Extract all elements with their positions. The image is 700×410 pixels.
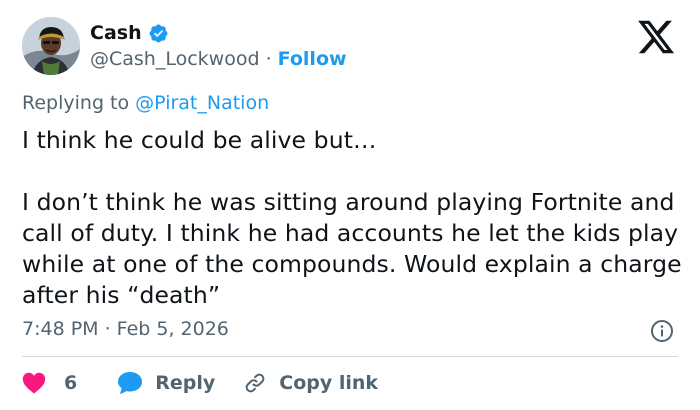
link-icon — [245, 373, 265, 393]
tweet-card: Cash @Cash_Lockwood · Follow Replying to… — [0, 0, 700, 410]
reply-bubble-icon — [118, 372, 143, 395]
heart-icon — [22, 372, 46, 394]
replying-to-line: Replying to @Pirat_Nation — [22, 92, 269, 114]
like-count: 6 — [64, 372, 78, 394]
reply-button[interactable]: Reply — [117, 371, 215, 395]
verified-badge-icon — [149, 24, 168, 42]
replying-to-prefix: Replying to — [22, 92, 136, 114]
avatar-image — [22, 17, 80, 75]
divider — [22, 356, 678, 357]
avatar[interactable] — [22, 17, 80, 75]
follow-button[interactable]: Follow — [278, 48, 347, 70]
tweet-timestamp[interactable]: 7:48 PM · Feb 5, 2026 — [22, 318, 229, 340]
info-icon[interactable] — [650, 319, 674, 343]
reply-label: Reply — [155, 372, 216, 394]
author-display-name[interactable]: Cash — [90, 22, 142, 44]
handle-separator: · — [259, 48, 278, 70]
copy-link-label: Copy link — [279, 372, 379, 394]
author-handle[interactable]: @Cash_Lockwood — [90, 48, 260, 70]
tweet-text: I think he could be alive but… I don’t t… — [22, 126, 682, 309]
author-name-row: Cash — [90, 22, 169, 44]
like-button[interactable]: 6 — [22, 372, 77, 394]
action-bar: 6 Reply Copy link — [22, 370, 378, 396]
x-logo-icon[interactable] — [636, 17, 676, 57]
replying-to-mention[interactable]: @Pirat_Nation — [135, 92, 269, 114]
author-handle-row: @Cash_Lockwood · Follow — [90, 48, 347, 70]
copy-link-button[interactable]: Copy link — [243, 371, 378, 395]
